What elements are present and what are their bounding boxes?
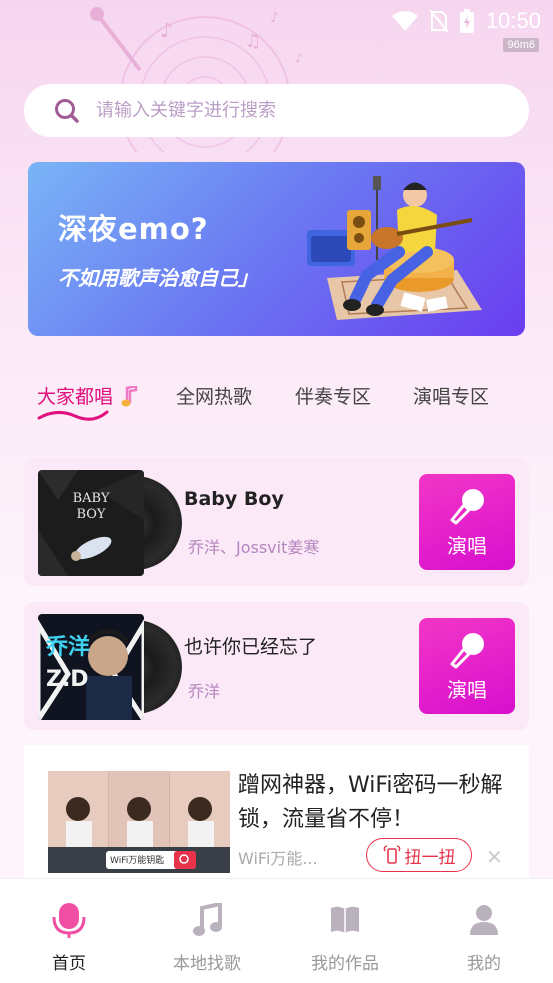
- nav-label: 首页: [52, 954, 86, 974]
- search-icon: [55, 98, 79, 123]
- ad-source: WiFi万能...: [238, 849, 318, 868]
- nav-label: 我的: [467, 954, 501, 974]
- status-badge: 96m6: [503, 38, 539, 52]
- ad-headline: 蹭网神器，WiFi密码一秒解锁，流量省不停！: [238, 773, 503, 832]
- promo-banner[interactable]: 深夜emo? 不如用歌声治愈自己」: [28, 162, 525, 336]
- nav-label: 本地找歌: [173, 954, 241, 974]
- svg-text:乔洋: 乔洋: [45, 634, 90, 660]
- song-card[interactable]: BABY BOY Baby Boy 乔洋、Jossvit姜寒 演唱: [24, 458, 529, 586]
- book-icon: [331, 906, 359, 933]
- status-icons: 10:50: [391, 8, 541, 34]
- music-note-icon: [121, 386, 138, 407]
- ad-image: WiFi万能钥匙: [48, 771, 230, 873]
- ad-card[interactable]: WiFi万能钥匙 蹭网神器，WiFi密码一秒解锁，流量省不停！ WiFi万能..…: [24, 745, 529, 885]
- album-cover: BABY BOY: [38, 470, 182, 576]
- svg-text:Z.D: Z.D: [46, 667, 89, 692]
- song-card[interactable]: 乔洋 Z.D 也许你已经忘了 乔洋 演唱: [24, 602, 529, 730]
- nav-label: 我的作品: [311, 954, 379, 974]
- tab-accompaniment[interactable]: 伴奏专区: [295, 382, 371, 409]
- banner-subtitle: 不如用歌声治愈自己」: [58, 266, 258, 290]
- status-time: 10:50: [485, 8, 541, 33]
- song-artist: 乔洋: [188, 682, 221, 701]
- svg-text:♪: ♪: [295, 51, 303, 65]
- nav-local-songs[interactable]: 本地找歌: [157, 901, 257, 974]
- microphone-icon: [450, 632, 484, 668]
- nav-me[interactable]: 我的: [434, 901, 534, 974]
- cover-art: BABY BOY: [38, 470, 144, 576]
- battery-icon: [459, 9, 474, 33]
- microphone-icon: [450, 488, 484, 524]
- banner-title: 深夜emo?: [58, 212, 209, 246]
- search-bar[interactable]: [24, 84, 529, 137]
- bottom-nav: 首页 本地找歌 我的作品 我的: [0, 878, 553, 983]
- tab-performance[interactable]: 演唱专区: [413, 382, 489, 409]
- sing-button-label: 演唱: [447, 677, 487, 702]
- microphone-icon: [52, 903, 86, 938]
- svg-text:BABY: BABY: [73, 491, 110, 506]
- search-input[interactable]: [96, 100, 496, 121]
- sing-button-label: 演唱: [447, 533, 487, 558]
- nav-my-works[interactable]: 我的作品: [295, 901, 395, 974]
- ad-image-caption: WiFi万能钥匙: [110, 856, 165, 866]
- sing-button[interactable]: 演唱: [419, 474, 515, 570]
- svg-text:♪: ♪: [270, 10, 279, 26]
- song-title: Baby Boy: [184, 488, 284, 510]
- no-sim-icon: [429, 10, 448, 32]
- svg-text:BOY: BOY: [76, 507, 105, 522]
- song-artist: 乔洋、Jossvit姜寒: [188, 538, 320, 557]
- twist-button-label: 扭一扭: [404, 847, 456, 868]
- song-title: 也许你已经忘了: [184, 636, 318, 658]
- guitar-player-illustration: [307, 176, 482, 320]
- wifi-icon: [391, 11, 418, 31]
- nav-home[interactable]: 首页: [19, 901, 119, 974]
- sing-button[interactable]: 演唱: [419, 618, 515, 714]
- close-icon[interactable]: ✕: [486, 845, 503, 869]
- cover-art: 乔洋 Z.D: [38, 614, 144, 720]
- svg-text:♪: ♪: [160, 18, 173, 42]
- user-icon: [470, 905, 498, 935]
- tab-hot-songs[interactable]: 全网热歌: [176, 382, 252, 409]
- phone-shake-icon: [383, 845, 400, 864]
- album-cover: 乔洋 Z.D: [38, 614, 182, 720]
- music-note-icon: [193, 903, 222, 936]
- svg-text:♫: ♫: [245, 31, 261, 52]
- active-tab-underline: [37, 410, 109, 421]
- twist-button[interactable]: 扭一扭: [366, 838, 472, 872]
